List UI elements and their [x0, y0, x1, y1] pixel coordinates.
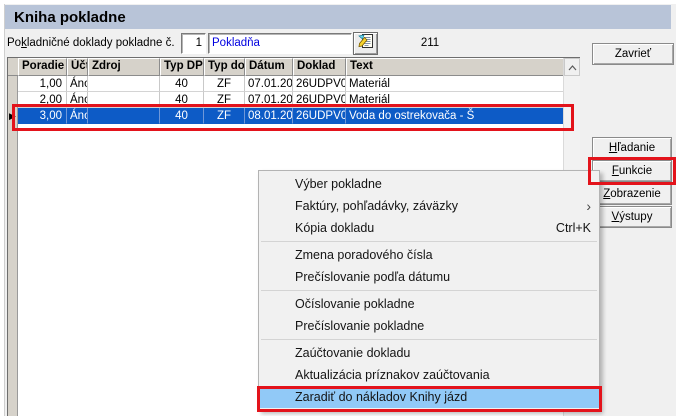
cell-uct[interactable]: Áno	[67, 76, 88, 92]
cash-register-label: Pokladničné doklady pokladne č.	[7, 37, 175, 49]
view-button[interactable]: Zobrazenie	[592, 183, 672, 205]
column-header-typ-dph[interactable]: Typ DPH	[160, 58, 204, 76]
menu-item-zaradit-do-nakladov[interactable]: Zaradiť do nákladov Knihy jázd	[259, 386, 599, 408]
cell-typ-dokl[interactable]: ZF	[204, 92, 245, 108]
shortcut-label: Ctrl+K	[556, 217, 591, 239]
cell-poradie[interactable]: 2,00	[18, 92, 67, 108]
column-header-uct[interactable]: Účt.	[67, 58, 88, 76]
cell-zdroj[interactable]	[88, 76, 160, 92]
table-row[interactable]: 1,00 Áno 40 ZF 07.01.2026 26UDPV0001 Mat…	[18, 76, 564, 92]
cell-zdroj[interactable]	[88, 92, 160, 108]
cell-zdroj[interactable]	[88, 108, 160, 124]
menu-separator	[261, 290, 597, 291]
menu-item-precislovanie-podla-datumu[interactable]: Prečíslovanie podľa dátumu	[259, 266, 599, 288]
menu-item-zmena-poradoveho-cisla[interactable]: Zmena poradového čísla	[259, 244, 599, 266]
column-header-datum[interactable]: Dátum	[245, 58, 293, 76]
grid-header-row: Poradie Účt. Zdroj Typ DPH Typ dokl. Dát…	[18, 58, 564, 76]
menu-separator	[261, 241, 597, 242]
cell-poradie[interactable]: 1,00	[18, 76, 67, 92]
cell-typ-dokl[interactable]: ZF	[204, 108, 245, 124]
cell-text[interactable]: Materiál	[346, 92, 564, 108]
cell-doklad[interactable]: 26UDPV0002	[293, 92, 346, 108]
page-title: Kniha pokladne	[14, 9, 126, 26]
register-name-field[interactable]: Pokladňa	[208, 33, 352, 54]
column-header-doklad[interactable]: Doklad	[293, 58, 346, 76]
menu-item-vyber-pokladne[interactable]: Výber pokladne	[259, 173, 599, 195]
context-menu: Výber pokladne Faktúry, pohľadávky, závä…	[258, 170, 600, 411]
cell-datum[interactable]: 07.01.2026	[245, 92, 293, 108]
close-button[interactable]: Zavrieť	[592, 43, 674, 65]
menu-item-zauctovanie-dokladu[interactable]: Zaúčtovanie dokladu	[259, 342, 599, 364]
menu-item-kopia-dokladu[interactable]: Kópia dokladuCtrl+K	[259, 217, 599, 239]
menu-item-faktury-pohladavky-zavazky[interactable]: Faktúry, pohľadávky, záväzky›	[259, 195, 599, 217]
menu-item-aktualizacia-priznakov[interactable]: Aktualizácia príznakov zaúčtovania	[259, 364, 599, 386]
chevron-up-icon	[568, 58, 577, 76]
functions-button[interactable]: Funkcie	[592, 160, 672, 182]
window-top-edge	[0, 0, 676, 4]
search-button[interactable]: Hľadanie	[592, 137, 672, 159]
cell-text[interactable]: Materiál	[346, 76, 564, 92]
table-row-selected[interactable]: 3,00 Áno 40 ZF 08.01.2026 26UDPV0003 Vod…	[18, 108, 564, 124]
window-left-edge	[0, 0, 5, 416]
cell-uct[interactable]: Áno	[67, 108, 88, 124]
cell-text[interactable]: Voda do ostrekovača - Š	[346, 108, 564, 124]
cell-uct[interactable]: Áno	[67, 92, 88, 108]
cell-typ-dph[interactable]: 40	[160, 108, 204, 124]
register-lookup-button[interactable]	[353, 32, 378, 55]
cell-poradie[interactable]: 3,00	[18, 108, 67, 124]
cell-typ-dph[interactable]: 40	[160, 92, 204, 108]
record-count: 211	[405, 37, 455, 49]
register-number-field[interactable]: 1	[181, 33, 206, 54]
cell-doklad[interactable]: 26UDPV0003	[293, 108, 346, 124]
cell-datum[interactable]: 07.01.2026	[245, 76, 293, 92]
outputs-button[interactable]: Výstupy	[592, 206, 672, 228]
column-header-zdroj[interactable]: Zdroj	[88, 58, 160, 76]
cell-typ-dokl[interactable]: ZF	[204, 76, 245, 92]
cell-typ-dph[interactable]: 40	[160, 76, 204, 92]
column-header-text[interactable]: Text	[346, 58, 564, 76]
column-header-poradie[interactable]: Poradie	[18, 58, 67, 76]
scroll-up-button[interactable]	[564, 58, 580, 76]
window-titlebar: Kniha pokladne	[5, 5, 671, 29]
cell-doklad[interactable]: 26UDPV0001	[293, 76, 346, 92]
menu-item-ocislovanie-pokladne[interactable]: Očíslovanie pokladne	[259, 293, 599, 315]
menu-separator	[261, 339, 597, 340]
current-row-marker-icon: ▶	[9, 110, 16, 122]
notepad-pencil-icon	[358, 33, 374, 54]
cell-datum[interactable]: 08.01.2026	[245, 108, 293, 124]
row-selector-header	[8, 58, 18, 76]
submenu-arrow-icon: ›	[586, 195, 591, 217]
column-header-typ-dokl[interactable]: Typ dokl.	[204, 58, 245, 76]
menu-item-precislovanie-pokladne[interactable]: Prečíslovanie pokladne	[259, 315, 599, 337]
table-row[interactable]: 2,00 Áno 40 ZF 07.01.2026 26UDPV0002 Mat…	[18, 92, 564, 108]
